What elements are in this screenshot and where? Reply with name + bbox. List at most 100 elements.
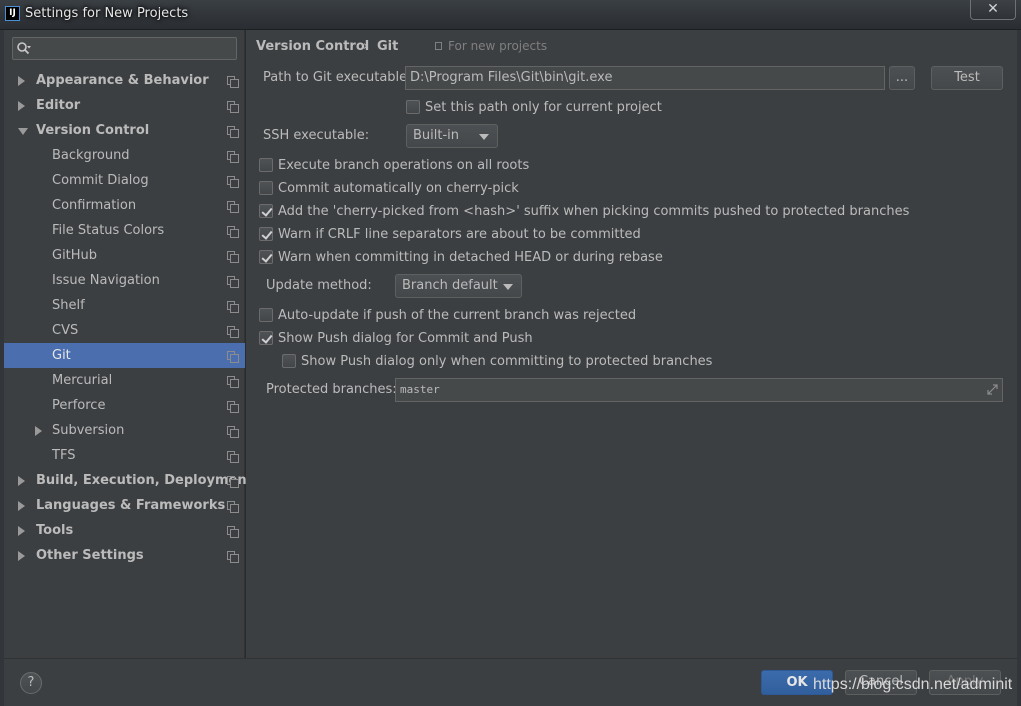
protected-branches-label: Protected branches:: [266, 382, 397, 397]
sidebar-item-label: Git: [52, 348, 71, 363]
sidebar-item[interactable]: Build, Execution, Deployment: [4, 468, 253, 493]
ssh-executable-dropdown[interactable]: Built-in: [406, 124, 498, 148]
project-settings-icon: [227, 251, 239, 263]
sidebar-item-label: Background: [52, 148, 130, 163]
collapsed-arrow-icon[interactable]: [35, 426, 42, 436]
git-option-checkbox[interactable]: [259, 181, 273, 195]
set-path-only-label: Set this path only for current project: [425, 100, 662, 115]
watermark-url: https://blog.csdn.net/adminit: [813, 676, 1013, 693]
window-frame-right: [1017, 30, 1021, 706]
sidebar-item[interactable]: Git: [4, 343, 245, 368]
sidebar-item[interactable]: Editor: [4, 93, 245, 118]
collapsed-arrow-icon[interactable]: [18, 476, 25, 486]
sidebar-item-label: Mercurial: [52, 373, 113, 388]
sidebar-item-label: Other Settings: [36, 548, 144, 563]
show-push-checkbox[interactable]: [259, 331, 273, 345]
update-method-dropdown[interactable]: Branch default: [395, 274, 522, 298]
sidebar-item[interactable]: Perforce: [4, 393, 245, 418]
git-option-label: Warn when committing in detached HEAD or…: [278, 250, 663, 265]
browse-button[interactable]: ...: [889, 66, 915, 90]
sidebar-item[interactable]: Confirmation: [4, 193, 245, 218]
sidebar-item-label: CVS: [52, 323, 79, 338]
git-option-checkbox[interactable]: [259, 250, 273, 264]
sidebar-item-label: Subversion: [52, 423, 125, 438]
sidebar-item[interactable]: Shelf: [4, 293, 245, 318]
project-settings-icon: [227, 101, 239, 113]
sidebar-item[interactable]: Tools: [4, 518, 245, 543]
sidebar-item-label: GitHub: [52, 248, 98, 263]
auto-update-label: Auto-update if push of the current branc…: [278, 308, 637, 323]
path-to-git-label: Path to Git executable:: [263, 70, 412, 85]
sidebar-item-label: Languages & Frameworks: [36, 498, 226, 513]
update-method-value: Branch default: [402, 278, 498, 293]
settings-search-input[interactable]: [12, 37, 237, 60]
breadcrumb-scope-note: For new projects: [448, 39, 548, 53]
update-method-label: Update method:: [266, 278, 372, 293]
sidebar-item[interactable]: Subversion: [4, 418, 245, 443]
project-settings-icon: [227, 501, 239, 513]
sidebar-item[interactable]: Languages & Frameworks: [4, 493, 245, 518]
project-settings-icon: [227, 326, 239, 338]
git-option-label: Execute branch operations on all roots: [278, 158, 530, 173]
sidebar-item[interactable]: Appearance & Behavior: [4, 68, 245, 93]
project-settings-icon: [227, 151, 239, 163]
sidebar-item[interactable]: Other Settings: [4, 543, 245, 568]
ssh-executable-label: SSH executable:: [263, 128, 370, 143]
title-bar: IJ Settings for New Projects ✕: [0, 0, 1021, 30]
sidebar-item-label: Confirmation: [52, 198, 137, 213]
settings-sidebar: Appearance & Behavior Editor Version Contr…: [4, 30, 253, 658]
project-settings-icon: [227, 76, 239, 88]
protected-branches-value: master: [400, 383, 440, 396]
git-option-checkbox[interactable]: [259, 227, 273, 241]
collapsed-arrow-icon[interactable]: [18, 551, 25, 561]
breadcrumb-separator: ›: [363, 39, 369, 54]
set-path-only-checkbox[interactable]: [406, 100, 420, 114]
collapsed-arrow-icon[interactable]: [18, 101, 25, 111]
project-settings-icon: [227, 426, 239, 438]
project-settings-icon: [227, 276, 239, 288]
project-settings-icon: [227, 176, 239, 188]
project-settings-icon: [227, 301, 239, 313]
expand-icon[interactable]: [987, 384, 998, 395]
project-settings-icon: [227, 451, 239, 463]
ssh-executable-value: Built-in: [413, 128, 460, 143]
sidebar-item-label: Shelf: [52, 298, 85, 313]
collapsed-arrow-icon[interactable]: [18, 501, 25, 511]
chevron-down-icon: [503, 284, 513, 290]
project-scope-icon: [435, 42, 442, 50]
sidebar-item[interactable]: Version Control: [4, 118, 245, 143]
sidebar-item[interactable]: TFS: [4, 443, 245, 468]
git-option-label: Add the 'cherry-picked from <hash>' suff…: [278, 204, 910, 219]
sidebar-item[interactable]: File Status Colors: [4, 218, 245, 243]
collapsed-arrow-icon[interactable]: [18, 76, 25, 86]
sidebar-item[interactable]: Background: [4, 143, 245, 168]
sidebar-item[interactable]: Commit Dialog: [4, 168, 245, 193]
sidebar-item[interactable]: Issue Navigation: [4, 268, 245, 293]
show-push-protected-label: Show Push dialog only when committing to…: [301, 354, 713, 369]
breadcrumb-version-control[interactable]: Version Control: [256, 39, 369, 54]
expanded-arrow-icon[interactable]: [18, 128, 28, 135]
project-settings-icon: [227, 126, 239, 138]
show-push-protected-checkbox[interactable]: [282, 354, 296, 368]
sidebar-item[interactable]: Mercurial: [4, 368, 245, 393]
project-settings-icon: [227, 551, 239, 563]
protected-branches-field[interactable]: master: [395, 378, 1003, 402]
test-button[interactable]: Test: [931, 66, 1003, 90]
git-settings-panel: Version Control › Git For new projects P…: [246, 30, 1017, 658]
close-window-button[interactable]: ✕: [970, 0, 1016, 20]
auto-update-checkbox[interactable]: [259, 308, 273, 322]
project-settings-icon: [227, 226, 239, 238]
sidebar-item-label: Tools: [36, 523, 74, 538]
git-path-field[interactable]: D:\Program Files\Git\bin\git.exe: [405, 66, 885, 90]
sidebar-item-label: Commit Dialog: [52, 173, 149, 188]
git-option-checkbox[interactable]: [259, 158, 273, 172]
sidebar-item[interactable]: GitHub: [4, 243, 245, 268]
project-settings-icon: [227, 401, 239, 413]
project-settings-icon: [227, 201, 239, 213]
collapsed-arrow-icon[interactable]: [18, 526, 25, 536]
help-button[interactable]: ?: [20, 672, 42, 694]
sidebar-item-label: File Status Colors: [52, 223, 165, 238]
git-option-checkbox[interactable]: [259, 204, 273, 218]
sidebar-item-label: Issue Navigation: [52, 273, 160, 288]
sidebar-item[interactable]: CVS: [4, 318, 245, 343]
